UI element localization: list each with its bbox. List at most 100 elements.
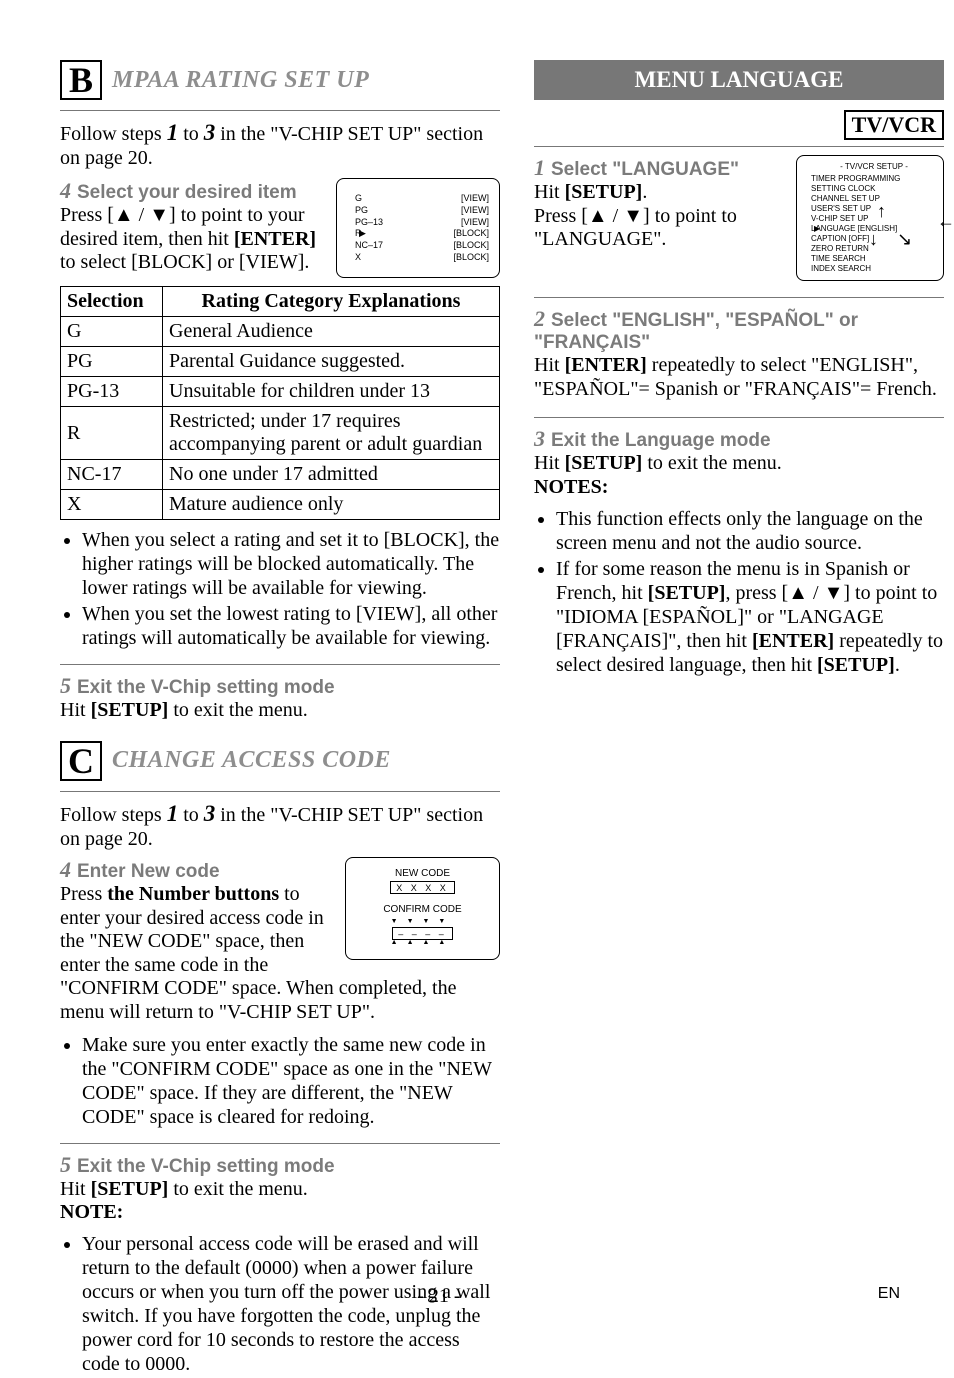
td-sel: X xyxy=(61,490,163,520)
osd-new-code-value: X X X X xyxy=(390,881,455,894)
td-exp: Restricted; under 17 requires accompanyi… xyxy=(163,407,500,460)
text: to exit the menu. xyxy=(642,452,781,474)
left-column: B MPAA RATING SET UP Follow steps 1 to 3… xyxy=(60,60,500,1378)
osd-label: NC–17 xyxy=(355,240,383,252)
table-row: RRestricted; under 17 requires accompany… xyxy=(61,407,500,460)
arrow-icon: ← xyxy=(937,216,954,227)
text: . xyxy=(642,181,647,203)
step-4b-block: G[VIEW] PG[VIEW] PG–13[VIEW] ▶R[BLOCK] N… xyxy=(60,178,500,278)
list-item: Make sure you enter exactly the same new… xyxy=(82,1033,500,1129)
osd-mpaa-ratings: G[VIEW] PG[VIEW] PG–13[VIEW] ▶R[BLOCK] N… xyxy=(336,178,500,278)
step-5b-body: Hit [SETUP] to exit the menu. xyxy=(60,699,500,723)
text: to exit the menu. xyxy=(168,1178,307,1200)
key-setup: [SETUP] xyxy=(91,1178,169,1200)
text: Hit xyxy=(60,699,91,721)
divider xyxy=(60,791,500,792)
step-caption: Select "ENGLISH", "ESPAÑOL" or "FRANÇAIS… xyxy=(534,310,858,353)
divider xyxy=(60,1143,500,1144)
section-c-title: CHANGE ACCESS CODE xyxy=(112,747,391,774)
step-5c-caption: 5 Exit the V-Chip setting mode xyxy=(60,1152,500,1178)
key-setup: [SETUP] xyxy=(91,699,169,721)
step-caption: Exit the Language mode xyxy=(551,430,771,451)
list-item: If for some reason the menu is in Spanis… xyxy=(556,557,944,677)
osd-label: G xyxy=(355,193,362,205)
td-exp: General Audience xyxy=(163,317,500,347)
step-caption: Select your desired item xyxy=(77,182,297,203)
osd-title: - TV/VCR SETUP - xyxy=(811,162,937,172)
step-num: 5 xyxy=(60,673,71,698)
text: Hit xyxy=(534,354,565,376)
osd-item-label: LANGUAGE [ENGLISH] xyxy=(811,224,897,233)
key-enter: [ENTER] xyxy=(234,228,316,250)
osd-item: INDEX SEARCH xyxy=(811,264,937,274)
td-exp: Parental Guidance suggested. xyxy=(163,347,500,377)
key-setup: [SETUP] xyxy=(565,452,643,474)
step-caption: Select "LANGUAGE" xyxy=(551,159,739,180)
list-item: When you select a rating and set it to [… xyxy=(82,528,500,600)
osd-value: [BLOCK] xyxy=(453,240,489,252)
arrow-icon: ↓ xyxy=(869,234,878,245)
step-caption: Exit the V-Chip setting mode xyxy=(77,1156,335,1177)
lang-code: EN xyxy=(878,1285,900,1308)
section-c-header: C CHANGE ACCESS CODE xyxy=(60,741,500,781)
caret-right-icon: ▶ xyxy=(814,224,820,234)
notes-heading: NOTES: xyxy=(534,476,944,499)
td-exp: Mature audience only xyxy=(163,490,500,520)
notes-bullets: This function effects only the language … xyxy=(534,507,944,677)
step-num: 2 xyxy=(534,306,545,331)
step-2-body: Hit [ENTER] repeatedly to select "ENGLIS… xyxy=(534,354,944,401)
table-row: PG-13Unsuitable for children under 13 xyxy=(61,377,500,407)
key-enter: [ENTER] xyxy=(565,354,647,376)
key-numbers: the Number buttons xyxy=(107,883,279,905)
page-number: - 21 - xyxy=(417,1285,460,1308)
osd-item: TIME SEARCH xyxy=(811,254,937,264)
intro-c: Follow steps 1 to 3 in the "V-CHIP SET U… xyxy=(60,800,500,851)
mpaa-ratings-table: Selection Rating Category Explanations G… xyxy=(60,286,500,520)
bullets-b: When you select a rating and set it to [… xyxy=(60,528,500,650)
td-sel: R xyxy=(61,407,163,460)
caret-right-icon: ▶ xyxy=(359,228,366,240)
osd-label: PG xyxy=(355,205,368,217)
table-row: GGeneral Audience xyxy=(61,317,500,347)
key-setup: [SETUP] xyxy=(817,654,895,676)
list-item: When you set the lowest rating to [VIEW]… xyxy=(82,602,500,650)
intro-b: Follow steps 1 to 3 in the "V-CHIP SET U… xyxy=(60,119,500,170)
osd-value: [VIEW] xyxy=(461,217,489,229)
step-num: 5 xyxy=(60,1152,71,1177)
osd-value: [BLOCK] xyxy=(453,252,489,264)
key-setup: [SETUP] xyxy=(565,181,643,203)
text: Hit xyxy=(534,452,565,474)
td-exp: No one under 17 admitted xyxy=(163,460,500,490)
step-5c-body: Hit [SETUP] to exit the menu. xyxy=(60,1178,500,1202)
tvvcr-row: TV/VCR xyxy=(534,110,944,140)
text: Press [▲ / ▼] to point to "LANGUAGE". xyxy=(534,205,737,251)
td-sel: PG-13 xyxy=(61,377,163,407)
osd-item: V-CHIP SET UP xyxy=(811,214,937,224)
note-heading: NOTE: xyxy=(60,1201,500,1224)
osd-item: CHANNEL SET UP xyxy=(811,194,937,204)
td-sel: NC-17 xyxy=(61,460,163,490)
text: Hit xyxy=(534,181,565,203)
tick-icon: ▼▼▼▼ xyxy=(352,919,493,925)
text: to select [BLOCK] or [VIEW]. xyxy=(60,251,309,273)
arrow-icon: ↘ xyxy=(897,234,912,245)
step-num: 4 xyxy=(60,857,71,882)
th-selection: Selection xyxy=(61,287,163,317)
osd-access-code: NEW CODE X X X X CONFIRM CODE ▼▼▼▼ – – –… xyxy=(345,857,500,960)
text: Press xyxy=(60,883,107,905)
osd-label: X xyxy=(355,252,361,264)
text: . xyxy=(895,654,900,676)
osd-item: TIMER PROGRAMMING xyxy=(811,174,937,184)
osd-confirm-code-label: CONFIRM CODE xyxy=(352,904,493,915)
divider xyxy=(60,110,500,111)
step-num: 3 xyxy=(534,426,545,451)
table-row: XMature audience only xyxy=(61,490,500,520)
tick-icon: ▲▲▲▲ xyxy=(352,940,493,946)
step-1-block: - TV/VCR SETUP - TIMER PROGRAMMING SETTI… xyxy=(534,155,944,281)
table-row: NC-17No one under 17 admitted xyxy=(61,460,500,490)
step-num: 1 xyxy=(534,155,545,180)
osd-confirm-code-value: – – – – xyxy=(392,927,453,940)
divider xyxy=(60,664,500,665)
section-b-header: B MPAA RATING SET UP xyxy=(60,60,500,100)
step-num: 4 xyxy=(60,178,71,203)
